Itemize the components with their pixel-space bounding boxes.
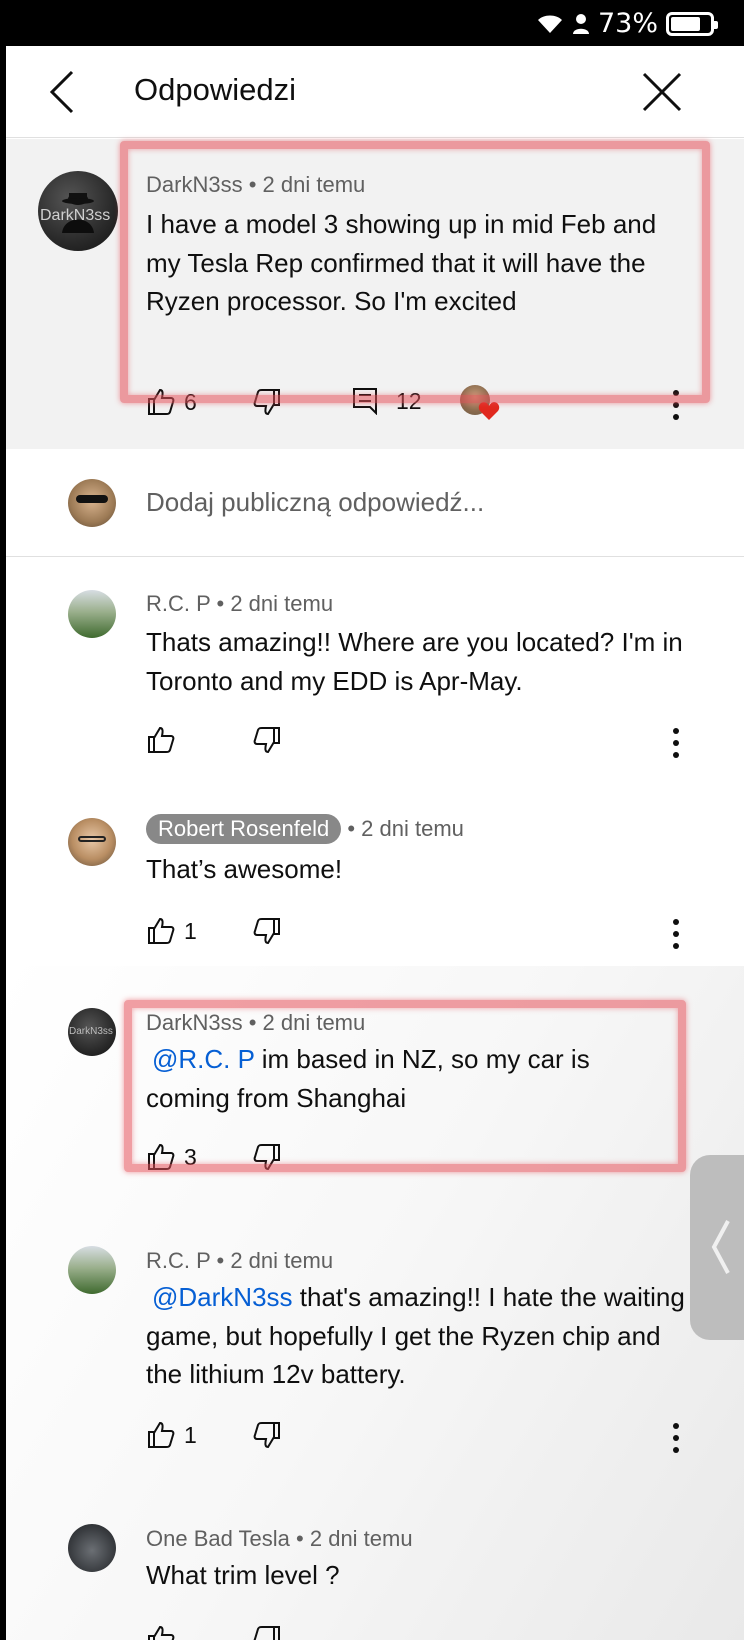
parent-comment: DarkN3ss DarkN3ss • 2 dni temu I have a … <box>6 139 744 449</box>
author-name[interactable]: One Bad Tesla <box>146 1526 290 1551</box>
battery-icon <box>666 11 718 36</box>
header: Odpowiedzi <box>6 46 744 138</box>
add-reply-input[interactable]: Dodaj publiczną odpowiedź... <box>146 487 484 518</box>
status-icons: 73% <box>536 8 718 39</box>
like-button[interactable] <box>146 725 176 755</box>
timestamp: 2 dni temu <box>262 1010 366 1035</box>
like-count: 3 <box>184 1143 197 1170</box>
more-options-icon[interactable] <box>666 1420 686 1456</box>
comment-actions: 1 <box>146 1418 726 1458</box>
comment-meta: DarkN3ss • 2 dni temu <box>146 172 366 197</box>
thumbs-down-icon <box>253 727 280 754</box>
reply-count: 12 <box>396 387 422 414</box>
wifi-icon <box>537 15 562 33</box>
comment-icon <box>353 388 377 415</box>
thumbs-down-icon <box>253 389 280 416</box>
dislike-button[interactable] <box>252 1142 282 1172</box>
comment-text: Thats amazing!! Where are you located? I… <box>146 627 683 696</box>
thumbs-down-icon <box>253 1626 280 1640</box>
creator-heart-icon <box>460 385 500 425</box>
dislike-button[interactable] <box>252 1624 282 1640</box>
dislike-button[interactable] <box>252 916 282 946</box>
mention-link[interactable]: @R.C. P <box>152 1044 255 1074</box>
replies-button[interactable]: 12 <box>352 387 422 415</box>
like-button[interactable]: 1 <box>146 916 197 946</box>
avatar[interactable] <box>68 1246 116 1294</box>
thumbs-down-icon <box>253 1144 280 1171</box>
status-bar: 73% <box>0 0 744 46</box>
more-options-icon[interactable] <box>666 725 686 761</box>
comment-meta: DarkN3ss • 2 dni temu <box>146 1010 366 1035</box>
author-name[interactable]: DarkN3ss <box>146 172 243 197</box>
comment-meta: R.C. P • 2 dni temu <box>146 1248 334 1273</box>
like-button[interactable] <box>146 1624 176 1640</box>
comment-actions <box>146 1622 726 1640</box>
battery-percent: 73% <box>597 8 658 39</box>
comment-text: @DarkN3ss that's amazing!! I hate the wa… <box>146 1278 686 1394</box>
comment-meta: R.C. P • 2 dni temu <box>146 591 334 616</box>
thumbs-up-icon <box>148 726 175 753</box>
author-name[interactable]: R.C. P <box>146 591 210 616</box>
thumbs-up-icon <box>148 917 175 944</box>
timestamp: 2 dni temu <box>262 172 366 197</box>
comment-text: What trim level ? <box>146 1560 340 1590</box>
comment-text: That’s awesome! <box>146 854 343 884</box>
thumbs-down-icon <box>253 1422 280 1449</box>
replies-sheet: Odpowiedzi DarkN3ss DarkN3ss • 2 dni tem… <box>6 46 744 1640</box>
comment-actions: 6 12 <box>146 385 726 425</box>
page-title: Odpowiedzi <box>134 72 296 107</box>
avatar-label: DarkN3ss <box>69 1026 113 1037</box>
chevron-left-icon[interactable] <box>42 68 82 116</box>
like-button[interactable]: 6 <box>146 387 197 417</box>
dislike-button[interactable] <box>252 1420 282 1450</box>
author-name[interactable]: DarkN3ss <box>146 1010 243 1035</box>
avatar[interactable] <box>68 818 116 866</box>
thumbs-down-icon <box>253 918 280 945</box>
timestamp: 2 dni temu <box>230 1248 334 1273</box>
like-count: 1 <box>184 917 197 944</box>
like-count: 6 <box>184 388 197 415</box>
comment-actions <box>146 723 726 763</box>
author-name[interactable]: R.C. P <box>146 1248 210 1273</box>
thumbs-up-icon <box>148 1421 175 1448</box>
dislike-button[interactable] <box>252 725 282 755</box>
timestamp: 2 dni temu <box>309 1526 413 1551</box>
author-name-chip[interactable]: Robert Rosenfeld <box>146 814 342 844</box>
avatar[interactable]: DarkN3ss <box>68 1008 116 1056</box>
like-count: 1 <box>184 1421 197 1448</box>
avatar[interactable] <box>68 590 116 638</box>
avatar[interactable] <box>68 1524 116 1572</box>
add-reply-row: Dodaj publiczną odpowiedź... <box>6 449 744 557</box>
comment-actions: 3 <box>146 1140 726 1180</box>
person-icon <box>572 13 589 34</box>
comment-actions: 1 <box>146 914 726 954</box>
timestamp: 2 dni temu <box>230 591 334 616</box>
comment-text: @R.C. P im based in NZ, so my car is com… <box>146 1040 666 1117</box>
thumbs-up-icon <box>148 1625 175 1640</box>
more-options-icon[interactable] <box>666 916 686 952</box>
mention-link[interactable]: @DarkN3ss <box>152 1282 293 1312</box>
comment-text: I have a model 3 showing up in mid Feb a… <box>146 209 657 316</box>
dislike-button[interactable] <box>252 387 282 417</box>
timestamp: 2 dni temu <box>361 816 464 841</box>
avatar <box>68 479 116 527</box>
avatar-label: DarkN3ss <box>40 207 111 224</box>
edge-panel-handle[interactable] <box>690 1155 744 1340</box>
like-button[interactable]: 3 <box>146 1142 197 1172</box>
thumbs-up-icon <box>148 1143 175 1170</box>
avatar[interactable]: DarkN3ss <box>38 171 118 251</box>
comment-meta: One Bad Tesla • 2 dni temu <box>146 1526 413 1551</box>
thumbs-up-icon <box>148 388 175 415</box>
close-icon[interactable] <box>640 70 684 114</box>
comment-meta: Robert Rosenfeld • 2 dni temu <box>146 814 464 844</box>
chevron-left-icon <box>711 1220 730 1274</box>
like-button[interactable]: 1 <box>146 1420 197 1450</box>
more-options-icon[interactable] <box>666 387 686 423</box>
